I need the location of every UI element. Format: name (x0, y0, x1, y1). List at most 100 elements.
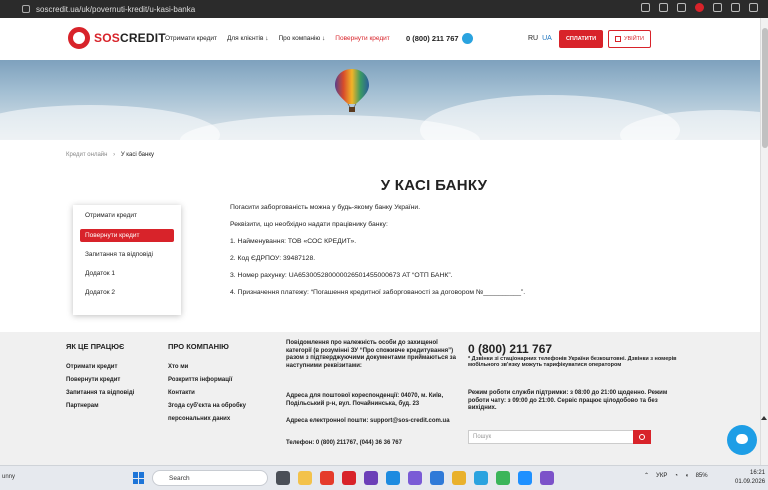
chrome-icon[interactable] (452, 471, 466, 485)
footer-search-input[interactable]: Пошук (468, 430, 651, 444)
copilot-icon[interactable] (364, 471, 378, 485)
login-icon (615, 36, 622, 42)
hot-air-balloon-icon (335, 69, 369, 112)
site-header: SOSCREDIT Отримати кредит Для клієнтів ↓… (0, 18, 760, 60)
sidebar-item-appendix-1[interactable]: Додаток 1 (80, 267, 174, 280)
footer-link-contacts[interactable]: Контакти (168, 390, 195, 396)
header-phone[interactable]: 0 (800) 211 767 (406, 34, 459, 43)
star-icon[interactable] (677, 3, 686, 12)
nav-get-credit[interactable]: Отримати кредит (165, 35, 217, 42)
logo-prefix: SOS (94, 31, 120, 45)
app-green-icon[interactable] (496, 471, 510, 485)
taskbar-clock[interactable]: 16:21 01.09.2026 (735, 469, 765, 487)
content-purpose: 4. Призначення платежу: “Погашення креди… (230, 289, 526, 296)
nav-about[interactable]: Про компанію ↓ (278, 35, 325, 42)
footer-link-consent[interactable]: Згода суб'єкта на обробку (168, 403, 246, 409)
chat-widget-button[interactable] (727, 425, 757, 455)
login-button[interactable]: УВІЙТИ (608, 30, 651, 48)
footer-big-phone[interactable]: 0 (800) 211 767 (468, 342, 552, 356)
menu-icon[interactable] (749, 3, 758, 12)
site-info-icon[interactable] (22, 5, 30, 13)
tray-language[interactable]: УКР (656, 473, 667, 479)
nav-for-clients[interactable]: Для клієнтів ↓ (227, 35, 269, 42)
language-switch: RU UA (528, 35, 552, 42)
weather-widget[interactable]: unny (2, 474, 15, 480)
content-intro: Погасити заборгованість можна у будь-яко… (230, 204, 421, 211)
clock-date: 01.09.2026 (735, 479, 766, 485)
task-view-icon[interactable] (276, 471, 290, 485)
telegram-icon[interactable] (462, 33, 473, 44)
site-footer: ЯК ЦЕ ПРАЦЮЄ Отримати кредит Повернути к… (0, 332, 760, 465)
windows-start-icon[interactable] (133, 472, 145, 484)
telegram-app-icon[interactable] (474, 471, 488, 485)
search-button[interactable] (633, 430, 651, 444)
nav-repay-credit[interactable]: Повернути кредит (335, 35, 389, 42)
address-bar[interactable]: soscredit.ua/uk/povernuti-kredit/u-kasi-… (36, 5, 195, 14)
browser-extensions (641, 3, 758, 12)
sidebar-item-appendix-2[interactable]: Додаток 2 (80, 286, 174, 299)
sidebar-menu: Отримати кредит Повернути кредит Запитан… (73, 205, 181, 315)
sidebar-item-get-credit[interactable]: Отримати кредит (80, 209, 174, 222)
system-tray: ⌃ УКР ◔ ◖ 85% (644, 472, 708, 480)
dropbox-icon[interactable] (430, 471, 444, 485)
logo-suffix: CREDIT (119, 31, 166, 45)
footer-support-hours: Режим роботи служби підтримки: з 08:00 д… (468, 390, 668, 411)
lang-ua[interactable]: UA (542, 35, 552, 42)
footer-link-disclosure[interactable]: Розкриття інформації (168, 377, 232, 383)
lang-ru[interactable]: RU (528, 35, 538, 42)
search-icon (639, 434, 645, 440)
viber-icon[interactable] (540, 471, 554, 485)
sidebar-item-faq[interactable]: Запитання та відповіді (80, 248, 174, 261)
footer-link-get-credit[interactable]: Отримати кредит (66, 364, 117, 370)
content-account: 3. Номер рахунку: UA65300528000002650145… (230, 272, 453, 279)
footer-about-title: ПРО КОМПАНІЮ (168, 342, 229, 351)
breadcrumb: Кредит онлайн › У касі банку (66, 152, 154, 158)
puzzle-icon[interactable] (713, 3, 722, 12)
lifebuoy-icon (68, 27, 90, 49)
footer-link-partners[interactable]: Партнерам (66, 403, 99, 409)
wifi-icon[interactable]: ◔ (674, 473, 678, 479)
login-label: УВІЙТИ (624, 36, 644, 42)
app-l-icon[interactable] (342, 471, 356, 485)
footer-how-title: ЯК ЦЕ ПРАЦЮЄ (66, 342, 125, 351)
chat-bubble-icon (736, 434, 748, 444)
footer-notice: Повідомлення про належність особи до зах… (286, 340, 456, 369)
footer-call-note: * Дзвінки зі стаціонарних телефонів Укра… (468, 356, 677, 369)
page-title: У КАСІ БАНКУ (380, 177, 488, 194)
footer-link-personal-data[interactable]: персональних даних (168, 416, 230, 422)
eye-off-icon[interactable] (659, 3, 668, 12)
footer-link-repay[interactable]: Повернути кредит (66, 377, 120, 383)
teams-icon[interactable] (408, 471, 422, 485)
app-blue-icon[interactable] (518, 471, 532, 485)
breadcrumb-current: У касі банку (120, 152, 155, 158)
footer-link-faq[interactable]: Запитання та відповіді (66, 390, 134, 396)
sidebar-item-repay-credit[interactable]: Повернути кредит (80, 229, 174, 242)
hero-banner (0, 60, 760, 140)
content-edrpou: 2. Код ЄДРПОУ: 39487128. (230, 255, 316, 262)
window-icon[interactable] (731, 3, 740, 12)
footer-link-who-we-are[interactable]: Хто ми (168, 364, 188, 370)
content-requisites-heading: Реквізити, що необхідно надати працівник… (230, 221, 388, 228)
opera-icon[interactable] (320, 471, 334, 485)
scroll-down-icon[interactable] (761, 416, 767, 420)
extension-icon[interactable] (695, 3, 704, 12)
file-explorer-icon[interactable] (298, 471, 312, 485)
page-scrollbar[interactable] (760, 18, 768, 465)
tray-chevron-icon[interactable]: ⌃ (644, 472, 649, 479)
windows-taskbar: unny Search ⌃ УКР ◔ ◖ 85% 16:21 01.09.20… (0, 465, 768, 490)
scrollbar-thumb[interactable] (762, 28, 768, 148)
logo[interactable]: SOSCREDIT (68, 27, 166, 49)
content-name: 1. Найменування: ТОВ «СОС КРЕДИТ». (230, 238, 357, 245)
taskbar-search[interactable]: Search (152, 470, 268, 486)
breadcrumb-home[interactable]: Кредит онлайн (66, 152, 107, 158)
search-icon[interactable] (641, 3, 650, 12)
search-placeholder: Пошук (473, 434, 492, 440)
pay-button[interactable]: СПЛАТИТИ (559, 30, 603, 48)
taskbar-search-label: Search (169, 474, 190, 482)
edge-icon[interactable] (386, 471, 400, 485)
main-nav: Отримати кредит Для клієнтів ↓ Про компа… (165, 35, 390, 42)
volume-icon[interactable]: ◖ (685, 473, 689, 479)
footer-email[interactable]: Адреса електронної пошти: support@sos-cr… (286, 418, 461, 426)
footer-address: Адреса для поштової кореспонденції: 0407… (286, 393, 444, 407)
tray-battery[interactable]: 85% (696, 473, 708, 479)
